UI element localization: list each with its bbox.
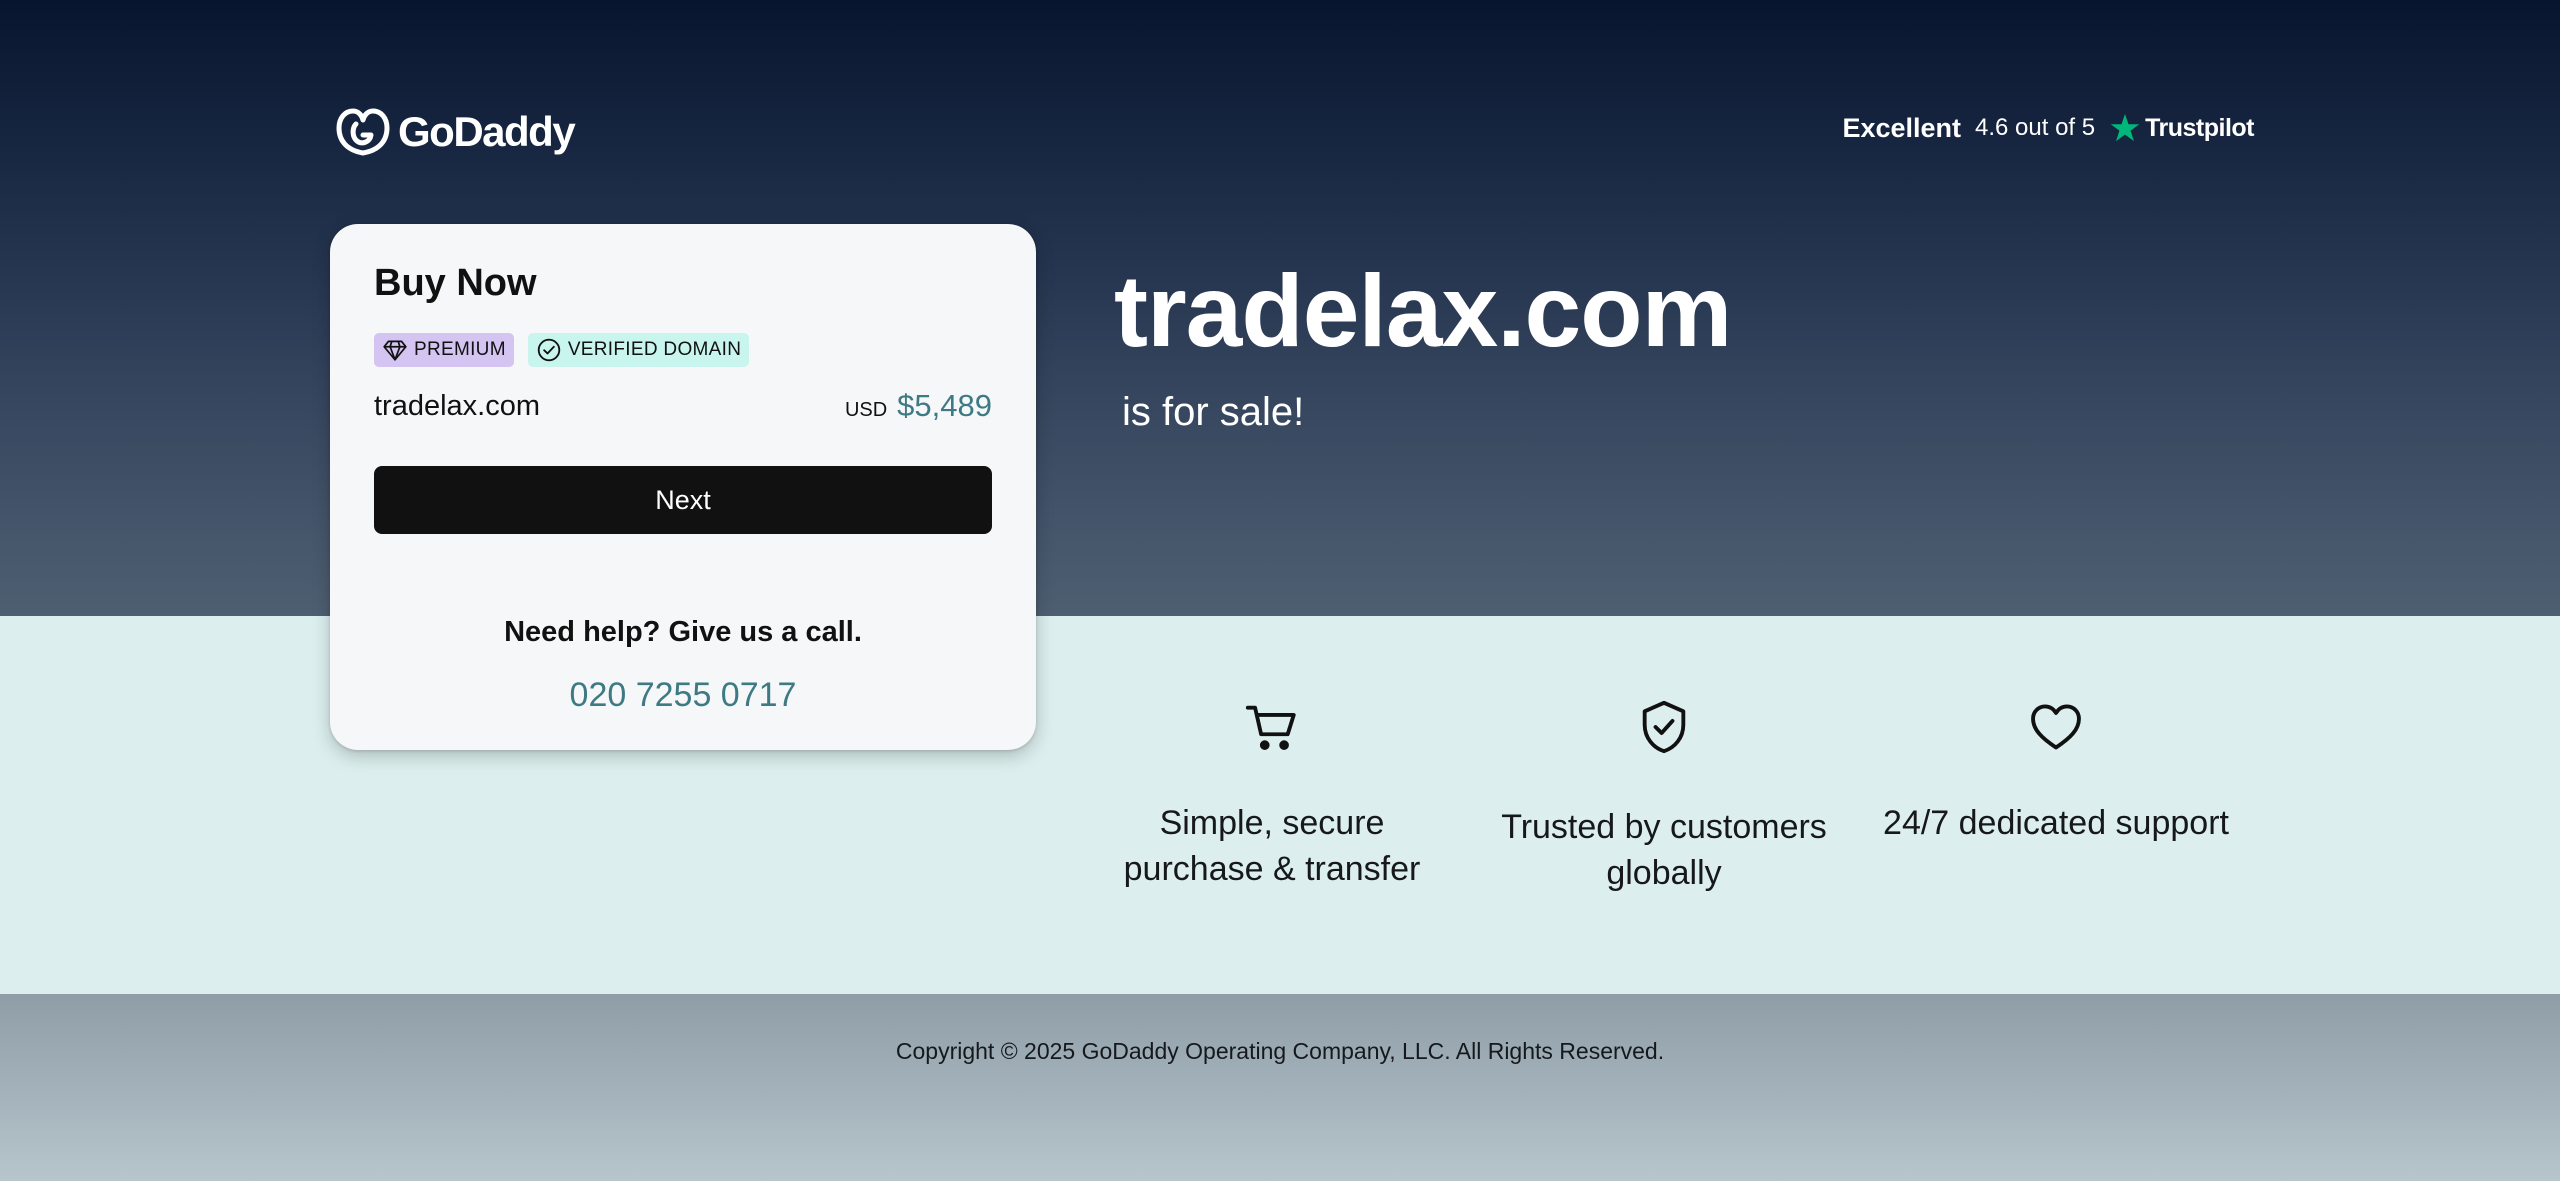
phone-link[interactable]: 020 7255 0717	[330, 676, 1036, 715]
cart-icon	[1245, 705, 1296, 750]
badge-group: PREMIUM VERIFIED DOMAIN	[374, 333, 750, 367]
logo-wordmark: GoDaddy	[398, 108, 576, 155]
trustpilot-rating[interactable]: Excellent 4.6 out of 5 Trustpilot	[1842, 112, 2254, 144]
domain-title: tradelax.com	[1114, 254, 1732, 368]
verified-badge-label: VERIFIED DOMAIN	[567, 339, 742, 360]
check-circle-icon	[537, 338, 561, 362]
help-text: Need help? Give us a call.	[504, 616, 862, 648]
trustpilot-wordmark: Trustpilot	[2145, 113, 2254, 142]
buy-now-card: Buy Now PREMIUM VERIFIED DOMAIN tradelax…	[330, 224, 1036, 750]
feature-label: Simple, secure purchase & transfer	[1123, 804, 1421, 888]
trustpilot-brand: Trustpilot	[2109, 112, 2254, 144]
feature-trusted: Trusted by customers globally	[1484, 698, 1844, 896]
card-domain-name: tradelax.com	[374, 389, 541, 422]
godaddy-logo[interactable]: GoDaddy	[334, 106, 576, 158]
diamond-icon	[383, 340, 407, 361]
price-currency: USD	[844, 399, 888, 421]
godaddy-logo-icon	[336, 108, 390, 156]
price: USD $5,489	[845, 388, 992, 424]
feature-label: Trusted by customers globally	[1501, 808, 1827, 892]
feature-support: 24/7 dedicated support	[1876, 698, 2236, 846]
rating-word: Excellent	[1842, 112, 1962, 143]
copyright-text: Copyright © 2025 GoDaddy Operating Compa…	[895, 1038, 1665, 1064]
for-sale-subtitle: is for sale!	[1122, 390, 1305, 434]
price-amount: $5,489	[897, 388, 992, 423]
domain-price-row: tradelax.com USD $5,489	[374, 388, 992, 424]
card-title: Buy Now	[374, 262, 537, 304]
rating-score: 4.6 out of 5	[1975, 114, 2096, 141]
verified-domain-badge: VERIFIED DOMAIN	[527, 333, 750, 367]
feature-purchase: Simple, secure purchase & transfer	[1092, 698, 1452, 892]
next-button[interactable]: Next	[374, 466, 992, 534]
feature-label: 24/7 dedicated support	[1883, 804, 2229, 842]
shield-check-icon	[1642, 700, 1686, 754]
premium-badge-label: PREMIUM	[414, 339, 506, 360]
heart-icon	[2031, 704, 2081, 750]
premium-badge: PREMIUM	[374, 333, 514, 367]
footer: Copyright © 2025 GoDaddy Operating Compa…	[0, 994, 2560, 1181]
trustpilot-star-icon	[2110, 114, 2140, 142]
